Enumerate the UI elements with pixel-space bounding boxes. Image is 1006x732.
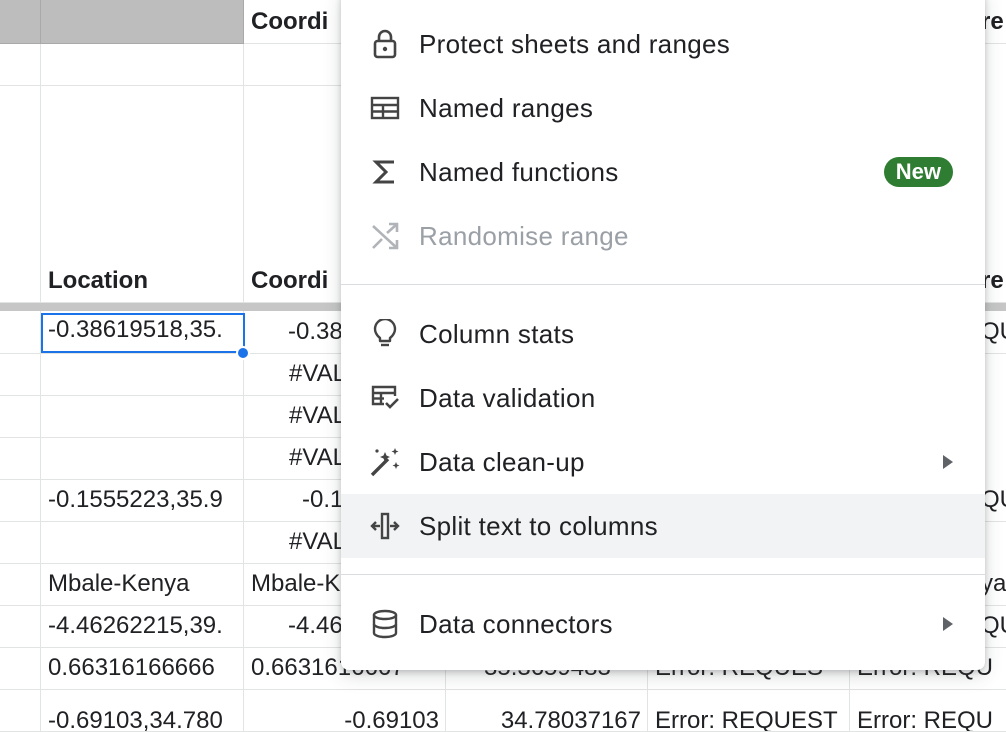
database-icon (369, 608, 401, 640)
menu-item-label: Column stats (419, 318, 575, 349)
menu-item-label: Named ranges (419, 92, 594, 123)
cell[interactable]: -4.46262215,39. (41, 606, 244, 648)
cell[interactable] (0, 690, 41, 732)
submenu-arrow-icon (943, 455, 953, 469)
menu-item-label: Split text to columns (419, 510, 658, 541)
cell[interactable]: Mbale-Kenya (41, 564, 244, 606)
column-b-header[interactable] (41, 0, 244, 44)
cell[interactable]: -0.69103 (244, 690, 446, 732)
sigma-icon (369, 156, 401, 188)
cell[interactable]: Error: REQUEST (648, 690, 850, 732)
menu-item-label: Named functions (419, 156, 619, 187)
cell[interactable]: -0.69103,34.780 (41, 690, 244, 732)
menu-item-label: Data connectors (419, 608, 613, 639)
cell[interactable]: 0.66316166666 (41, 648, 244, 690)
cell[interactable]: Error: REQU (850, 690, 1006, 732)
lightbulb-icon (369, 318, 401, 350)
cell[interactable] (41, 438, 244, 480)
menu-item-named-functions[interactable]: Named functions New (341, 140, 985, 204)
menu-item-split-text-to-columns[interactable]: Split text to columns (341, 494, 985, 558)
menu-divider (341, 574, 985, 575)
submenu-arrow-icon (943, 617, 953, 631)
cell[interactable] (0, 522, 41, 564)
cell[interactable] (0, 354, 41, 396)
cell[interactable]: QU (985, 606, 1006, 648)
shuffle-icon (369, 220, 401, 252)
menu-item-data-connectors[interactable]: Data connectors (341, 592, 985, 656)
fill-handle[interactable] (236, 346, 250, 360)
cell[interactable] (41, 396, 244, 438)
menu-item-protect-sheets[interactable]: Protect sheets and ranges (341, 12, 985, 76)
cell[interactable] (0, 648, 41, 690)
cell[interactable]: QU (985, 480, 1006, 522)
cell[interactable]: ya (985, 564, 1006, 606)
table-icon (369, 92, 401, 124)
cell[interactable] (41, 354, 244, 396)
location-header[interactable]: Location (41, 86, 244, 303)
corner-cell[interactable] (0, 0, 41, 44)
cell[interactable]: 34.78037167 (446, 690, 648, 732)
active-cell-value: -0.38619518,35. (48, 316, 223, 343)
new-badge: New (883, 157, 953, 187)
data-menu: Protect sheets and ranges Named ranges N… (341, 0, 985, 670)
cell[interactable] (41, 44, 244, 86)
menu-item-named-ranges[interactable]: Named ranges (341, 76, 985, 140)
menu-item-data-validation[interactable]: Data validation (341, 366, 985, 430)
cell[interactable] (0, 606, 41, 648)
cell[interactable] (41, 522, 244, 564)
magic-wand-icon (369, 446, 401, 478)
menu-item-label: Data clean-up (419, 446, 585, 477)
menu-divider (341, 284, 985, 285)
cell[interactable] (0, 564, 41, 606)
cell[interactable] (0, 480, 41, 522)
menu-item-data-clean-up[interactable]: Data clean-up (341, 430, 985, 494)
menu-item-label: Protect sheets and ranges (419, 28, 731, 59)
far-right-subheader[interactable]: re (985, 86, 1006, 303)
menu-item-label: Data validation (419, 382, 596, 413)
cell[interactable] (0, 86, 41, 303)
split-columns-icon (369, 510, 401, 542)
far-right-header[interactable]: re (985, 0, 1006, 44)
cell[interactable]: QU (985, 311, 1006, 354)
cell[interactable] (0, 396, 41, 438)
cell[interactable] (0, 438, 41, 480)
active-cell-selection[interactable]: -0.38619518,35. (41, 313, 245, 353)
menu-item-randomise-range[interactable]: Randomise range (341, 204, 985, 268)
menu-item-column-stats[interactable]: Column stats (341, 302, 985, 366)
cell[interactable] (0, 311, 41, 354)
lock-icon (369, 28, 401, 60)
menu-item-label: Randomise range (419, 220, 629, 251)
cell[interactable] (0, 44, 41, 86)
data-validation-icon (369, 382, 401, 414)
cell[interactable]: -0.1555223,35.9 (41, 480, 244, 522)
